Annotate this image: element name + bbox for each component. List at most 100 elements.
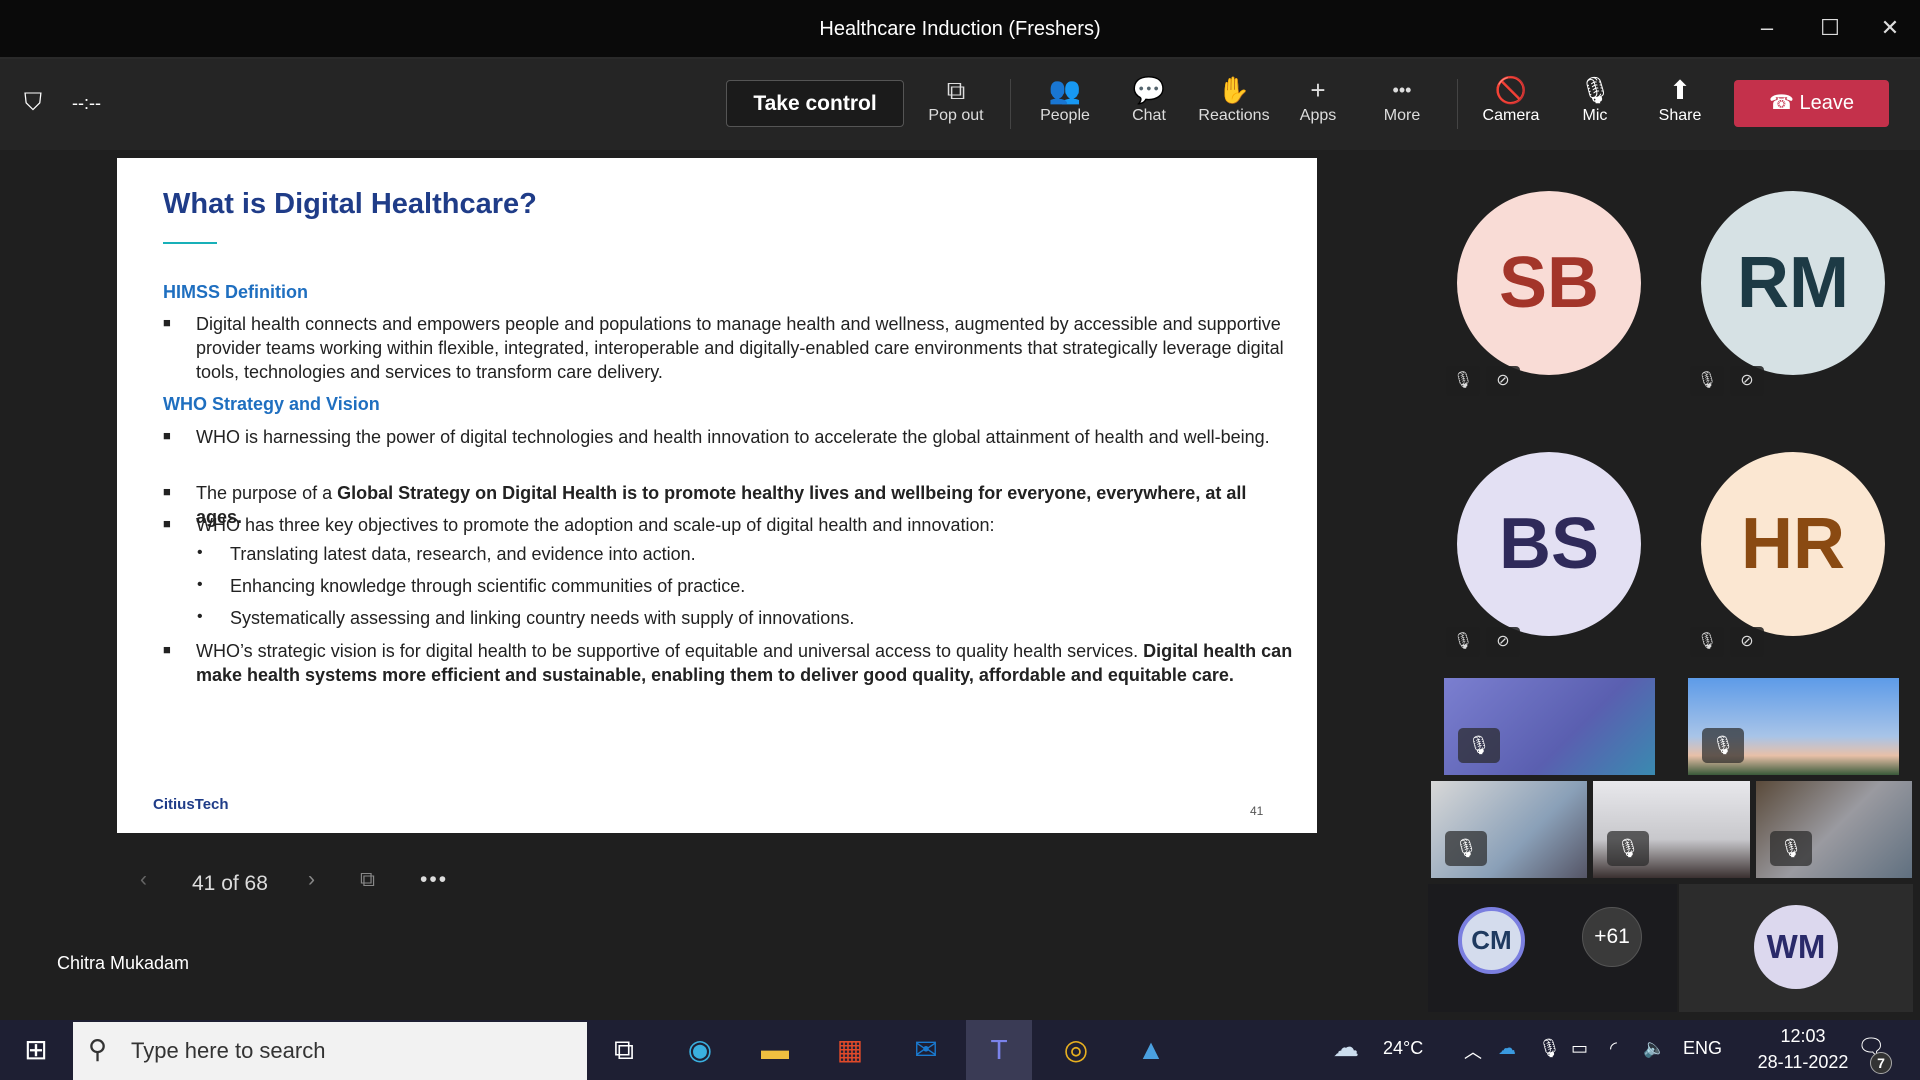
bullet-icon: • (197, 576, 203, 593)
previous-slide-button[interactable]: ‹ (140, 868, 147, 892)
language-indicator[interactable]: ENG (1683, 1038, 1722, 1059)
mic-button[interactable]: 🎙 Mic (1555, 73, 1635, 125)
store-icon[interactable]: ▦ (826, 1028, 874, 1072)
participant-avatar-hr[interactable]: HR (1701, 452, 1885, 636)
mic-off-icon: 🎙 (1690, 366, 1724, 396)
weather-icon[interactable]: ☁ (1333, 1032, 1359, 1063)
mic-off-icon: 🎙 (1446, 366, 1480, 396)
take-control-button[interactable]: Take control (726, 80, 904, 127)
slide-title: What is Digital Healthcare? (163, 188, 537, 220)
bullet-icon: ■ (163, 315, 171, 330)
share-icon: ⬆ (1669, 75, 1691, 105)
share-button[interactable]: ⬆ Share (1640, 73, 1720, 125)
sub-bullet: Enhancing knowledge through scientific c… (230, 576, 746, 596)
search-icon: ⚲ (88, 1034, 108, 1064)
divider (1457, 79, 1458, 129)
grid-view-icon[interactable]: ⧉ (360, 868, 375, 892)
apps-button[interactable]: + Apps (1278, 73, 1358, 125)
wifi-icon[interactable]: ◜ (1610, 1038, 1617, 1059)
text: The purpose of a (196, 483, 338, 503)
battery-icon[interactable]: ▭ (1571, 1038, 1588, 1059)
show-hidden-icons[interactable]: ︿ (1464, 1038, 1482, 1064)
windows-taskbar: ⊞ Type here to search ⚲ ⧉ ◉ ▬ ▦ ✉ T ◎ ▲ … (0, 1020, 1920, 1080)
bullet-icon: ■ (163, 428, 171, 443)
people-button[interactable]: 👥 People (1025, 73, 1105, 125)
camera-off-icon: ⊘ (1486, 366, 1520, 396)
shield-icon: ⛉ (24, 89, 42, 116)
pop-out-icon: ⧉ (946, 75, 966, 105)
chat-label: Chat (1132, 107, 1166, 124)
reactions-button[interactable]: ✋ Reactions (1194, 73, 1274, 125)
slide-paragraph: WHO has three key objectives to promote … (196, 515, 995, 535)
teams-icon[interactable]: T (966, 1020, 1032, 1080)
windows-start-icon[interactable]: ⊞ (12, 1028, 60, 1072)
camera-button[interactable]: 🚫 Camera (1471, 73, 1551, 125)
participant-video[interactable]: 🎙 (1444, 678, 1655, 775)
participant-video[interactable]: 🎙 (1688, 678, 1899, 775)
participant-avatar-bs[interactable]: BS (1457, 452, 1641, 636)
clock-time[interactable]: 12:03 (1760, 1026, 1846, 1047)
file-explorer-icon[interactable]: ▬ (751, 1028, 799, 1072)
participant-avatar-cm[interactable]: CM (1458, 907, 1525, 974)
participant-video[interactable]: 🎙 (1431, 781, 1587, 878)
slide-paragraph: WHO is harnessing the power of digital t… (196, 427, 1270, 447)
edge-icon[interactable]: ◉ (676, 1028, 724, 1072)
close-button[interactable]: ✕ (1868, 10, 1912, 46)
pop-out-label: Pop out (928, 107, 984, 124)
people-label: People (1040, 107, 1090, 124)
mic-label: Mic (1582, 107, 1608, 124)
participant-avatar-rm[interactable]: RM (1701, 191, 1885, 375)
notification-count: 7 (1870, 1052, 1892, 1074)
minimize-button[interactable]: – (1745, 10, 1789, 46)
mic-off-icon: 🎙 (1607, 831, 1649, 866)
maximize-button[interactable]: ☐ (1808, 10, 1852, 46)
text: WHO’s strategic vision is for digital he… (196, 641, 1144, 661)
taskbar-search-input[interactable]: Type here to search (73, 1022, 587, 1080)
microphone-icon[interactable]: 🎙 (1538, 1038, 1561, 1059)
chrome-icon[interactable]: ◎ (1052, 1028, 1100, 1072)
reactions-label: Reactions (1198, 107, 1270, 124)
mic-off-icon: 🎙 (1458, 728, 1500, 763)
bullet-icon: ■ (163, 516, 171, 531)
presenter-name: Chitra Mukadam (57, 953, 190, 973)
camera-off-icon: ⊘ (1730, 366, 1764, 396)
task-view-icon[interactable]: ⧉ (600, 1028, 648, 1072)
next-slide-button[interactable]: › (308, 868, 315, 892)
clock-date[interactable]: 28-11-2022 (1733, 1052, 1873, 1073)
slide-paragraph: WHO’s strategic vision is for digital he… (196, 639, 1296, 687)
more-options-button[interactable]: ••• (420, 868, 448, 892)
outlook-icon[interactable]: ✉ (902, 1028, 950, 1072)
onedrive-icon[interactable]: ☁ (1498, 1038, 1516, 1059)
camera-off-icon: ⊘ (1486, 627, 1520, 657)
pop-out-button[interactable]: ⧉ Pop out (916, 73, 996, 125)
participant-video[interactable]: 🎙 (1756, 781, 1912, 878)
photos-icon[interactable]: ▲ (1127, 1028, 1175, 1072)
participant-avatar-sb[interactable]: SB (1457, 191, 1641, 375)
more-button[interactable]: ••• More (1362, 73, 1442, 125)
camera-label: Camera (1482, 107, 1540, 124)
citiustech-logo: CitiusTech (153, 796, 229, 813)
slide-page-number: 41 (1250, 804, 1264, 818)
slide-paragraph: Digital health connects and empowers peo… (196, 314, 1284, 382)
participant-video[interactable]: 🎙 (1593, 781, 1750, 878)
reactions-icon: ✋ (1217, 75, 1251, 105)
bullet-icon: • (197, 608, 203, 625)
more-participants-button[interactable]: +61 (1582, 907, 1642, 967)
meeting-toolbar: ⛉ --:-- Take control ⧉ Pop out 👥 People 💬 C… (0, 59, 1920, 150)
weather-temperature[interactable]: 24°C (1383, 1038, 1423, 1059)
share-label: Share (1658, 107, 1702, 124)
volume-icon[interactable]: 🔈 (1643, 1038, 1665, 1059)
bullet-icon: ■ (163, 484, 171, 499)
leave-button[interactable]: ☎ Leave (1734, 80, 1889, 127)
mic-off-icon: 🎙 (1445, 831, 1487, 866)
mic-off-icon: 🎙 (1578, 75, 1612, 105)
leave-label: Leave (1799, 92, 1854, 114)
section-heading: WHO Strategy and Vision (163, 394, 380, 414)
more-icon: ••• (1392, 80, 1412, 100)
title-bar: Healthcare Induction (Freshers) – ☐ ✕ (0, 0, 1920, 59)
meeting-timer: --:-- (72, 93, 101, 113)
phone-icon: ☎ (1769, 92, 1800, 114)
mic-off-icon: 🎙 (1690, 627, 1724, 657)
chat-button[interactable]: 💬 Chat (1109, 73, 1189, 125)
participant-avatar-wm[interactable]: WM (1754, 905, 1838, 989)
